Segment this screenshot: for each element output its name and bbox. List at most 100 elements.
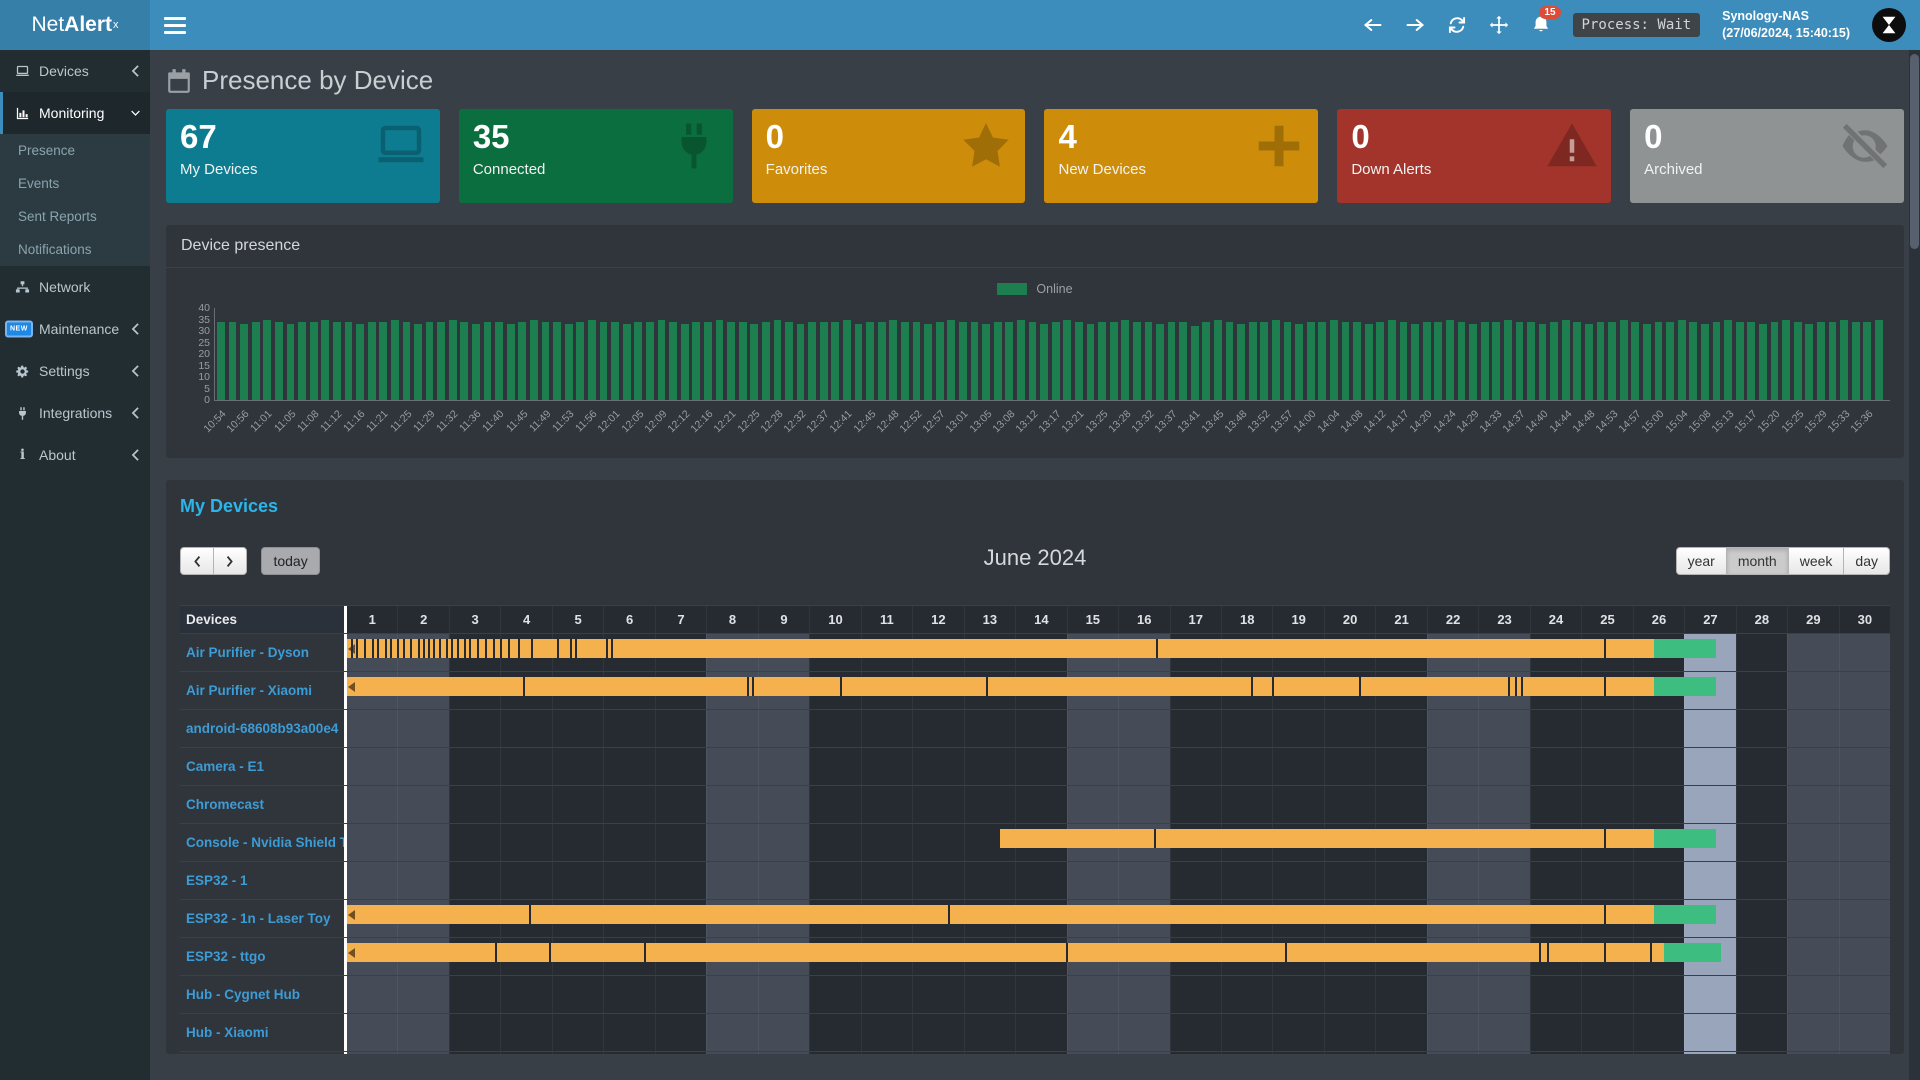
day-cell bbox=[552, 862, 603, 899]
calendar-view-month-button[interactable]: month bbox=[1726, 547, 1789, 575]
day-cell bbox=[1839, 976, 1890, 1013]
sidebar-subitem-notifications[interactable]: Notifications bbox=[0, 233, 150, 266]
day-cell bbox=[1375, 1052, 1426, 1054]
presence-gap bbox=[477, 639, 479, 658]
sidebar-item-integrations[interactable]: Integrations bbox=[0, 392, 150, 434]
sidebar-subitem-events[interactable]: Events bbox=[0, 167, 150, 200]
day-cell bbox=[1324, 862, 1375, 899]
day-cell bbox=[1581, 786, 1632, 823]
app-logo[interactable]: NetAlertx bbox=[0, 0, 150, 50]
presence-gap bbox=[747, 677, 749, 696]
presence-gap bbox=[1251, 677, 1253, 696]
day-cell bbox=[912, 1014, 963, 1051]
day-cell bbox=[1272, 1052, 1323, 1054]
tile-favorites[interactable]: 0Favorites bbox=[752, 109, 1026, 203]
tile-down-alerts[interactable]: 0Down Alerts bbox=[1337, 109, 1611, 203]
day-cell bbox=[1067, 1014, 1118, 1051]
device-name-link[interactable]: Air Purifier - Dyson bbox=[180, 634, 344, 671]
online-bar bbox=[484, 322, 492, 400]
online-bar bbox=[1318, 322, 1326, 400]
scrollbar-thumb[interactable] bbox=[1910, 54, 1919, 249]
day-cell bbox=[603, 748, 654, 785]
online-bar bbox=[426, 322, 434, 400]
day-cell bbox=[861, 824, 912, 861]
online-bar bbox=[1701, 324, 1709, 400]
device-name-link[interactable]: LED strip bbox=[180, 1052, 344, 1054]
sidebar-item-about[interactable]: iAbout bbox=[0, 434, 150, 476]
day-header-15: 15 bbox=[1067, 606, 1118, 633]
day-header-6: 6 bbox=[603, 606, 654, 633]
online-bar bbox=[1040, 324, 1048, 400]
sidebar-item-devices[interactable]: Devices bbox=[0, 50, 150, 92]
presence-gap bbox=[531, 639, 533, 658]
online-bar bbox=[1875, 320, 1883, 401]
device-row-esp32-1n-laser-toy: ESP32 - 1n - Laser Toy bbox=[180, 900, 1890, 938]
presence-gap bbox=[1604, 639, 1606, 658]
calendar-view-day-button[interactable]: day bbox=[1843, 547, 1890, 575]
device-name-link[interactable]: ESP32 - 1 bbox=[180, 862, 344, 899]
notifications-bell-icon[interactable]: 15 bbox=[1531, 15, 1551, 35]
day-cell bbox=[1427, 786, 1478, 823]
day-header-1: 1 bbox=[347, 606, 397, 633]
chart-icon bbox=[15, 106, 30, 121]
user-avatar[interactable] bbox=[1872, 8, 1906, 42]
online-bar bbox=[866, 322, 874, 400]
day-cell bbox=[809, 710, 860, 747]
device-name-link[interactable]: Chromecast bbox=[180, 786, 344, 823]
tile-archived[interactable]: 0Archived bbox=[1630, 109, 1904, 203]
device-name-link[interactable]: Camera - E1 bbox=[180, 748, 344, 785]
online-bar bbox=[1550, 322, 1558, 400]
presence-gap bbox=[611, 639, 613, 658]
tile-new-devices[interactable]: 4New Devices bbox=[1044, 109, 1318, 203]
day-cell bbox=[449, 1014, 500, 1051]
day-cell bbox=[552, 710, 603, 747]
online-bar bbox=[1052, 322, 1060, 400]
device-row-hub-xiaomi: Hub - Xiaomi bbox=[180, 1014, 1890, 1052]
presence-gap bbox=[557, 639, 559, 658]
sidebar-toggle-button[interactable] bbox=[164, 17, 186, 34]
day-cell bbox=[1787, 1052, 1838, 1054]
day-header-25: 25 bbox=[1581, 606, 1632, 633]
sidebar-subitem-sent-reports[interactable]: Sent Reports bbox=[0, 200, 150, 233]
online-bar bbox=[913, 322, 921, 400]
device-name-link[interactable]: Air Purifier - Xiaomi bbox=[180, 672, 344, 709]
day-cell bbox=[552, 1014, 603, 1051]
sidebar-subitem-presence[interactable]: Presence bbox=[0, 134, 150, 167]
device-name-link[interactable]: ESP32 - ttgo bbox=[180, 938, 344, 975]
online-bar bbox=[1284, 322, 1292, 400]
sidebar-item-monitoring[interactable]: Monitoring bbox=[0, 92, 150, 134]
my-devices-panel: My Devices today June 2024 yearmonthweek… bbox=[166, 480, 1904, 1054]
device-name-link[interactable]: Hub - Xiaomi bbox=[180, 1014, 344, 1051]
calendar-view-year-button[interactable]: year bbox=[1676, 547, 1727, 575]
online-bar bbox=[1527, 322, 1535, 400]
day-cell bbox=[1221, 976, 1272, 1013]
forward-arrow-icon[interactable] bbox=[1405, 15, 1425, 35]
day-cell bbox=[1272, 710, 1323, 747]
presence-bar-recent bbox=[1654, 829, 1716, 848]
device-name-link[interactable]: Hub - Cygnet Hub bbox=[180, 976, 344, 1013]
presence-gap bbox=[1604, 905, 1606, 924]
sidebar-item-settings[interactable]: Settings bbox=[0, 350, 150, 392]
day-cell bbox=[655, 748, 706, 785]
tile-my-devices[interactable]: 67My Devices bbox=[166, 109, 440, 203]
page-scrollbar[interactable] bbox=[1909, 50, 1920, 1080]
y-axis-tick: 30 bbox=[180, 325, 210, 337]
refresh-icon[interactable] bbox=[1447, 15, 1467, 35]
tile-connected[interactable]: 35Connected bbox=[459, 109, 733, 203]
move-arrows-icon[interactable] bbox=[1489, 15, 1509, 35]
device-name-link[interactable]: ESP32 - 1n - Laser Toy bbox=[180, 900, 344, 937]
day-cell bbox=[809, 1014, 860, 1051]
day-cell bbox=[809, 786, 860, 823]
sidebar-item-maintenance[interactable]: MaintenanceNEW bbox=[0, 308, 150, 350]
day-cell bbox=[1375, 786, 1426, 823]
day-cell bbox=[1015, 862, 1066, 899]
sidebar-item-network[interactable]: Network bbox=[0, 266, 150, 308]
my-devices-title[interactable]: My Devices bbox=[180, 496, 1890, 517]
calendar-view-week-button[interactable]: week bbox=[1788, 547, 1845, 575]
presence-gap bbox=[1515, 677, 1517, 696]
device-name-link[interactable]: Console - Nvidia Shield T bbox=[180, 824, 344, 861]
device-name-link[interactable]: android-68608b93a00e4 bbox=[180, 710, 344, 747]
day-cell bbox=[655, 862, 706, 899]
day-cell bbox=[1787, 900, 1838, 937]
back-arrow-icon[interactable] bbox=[1363, 15, 1383, 35]
